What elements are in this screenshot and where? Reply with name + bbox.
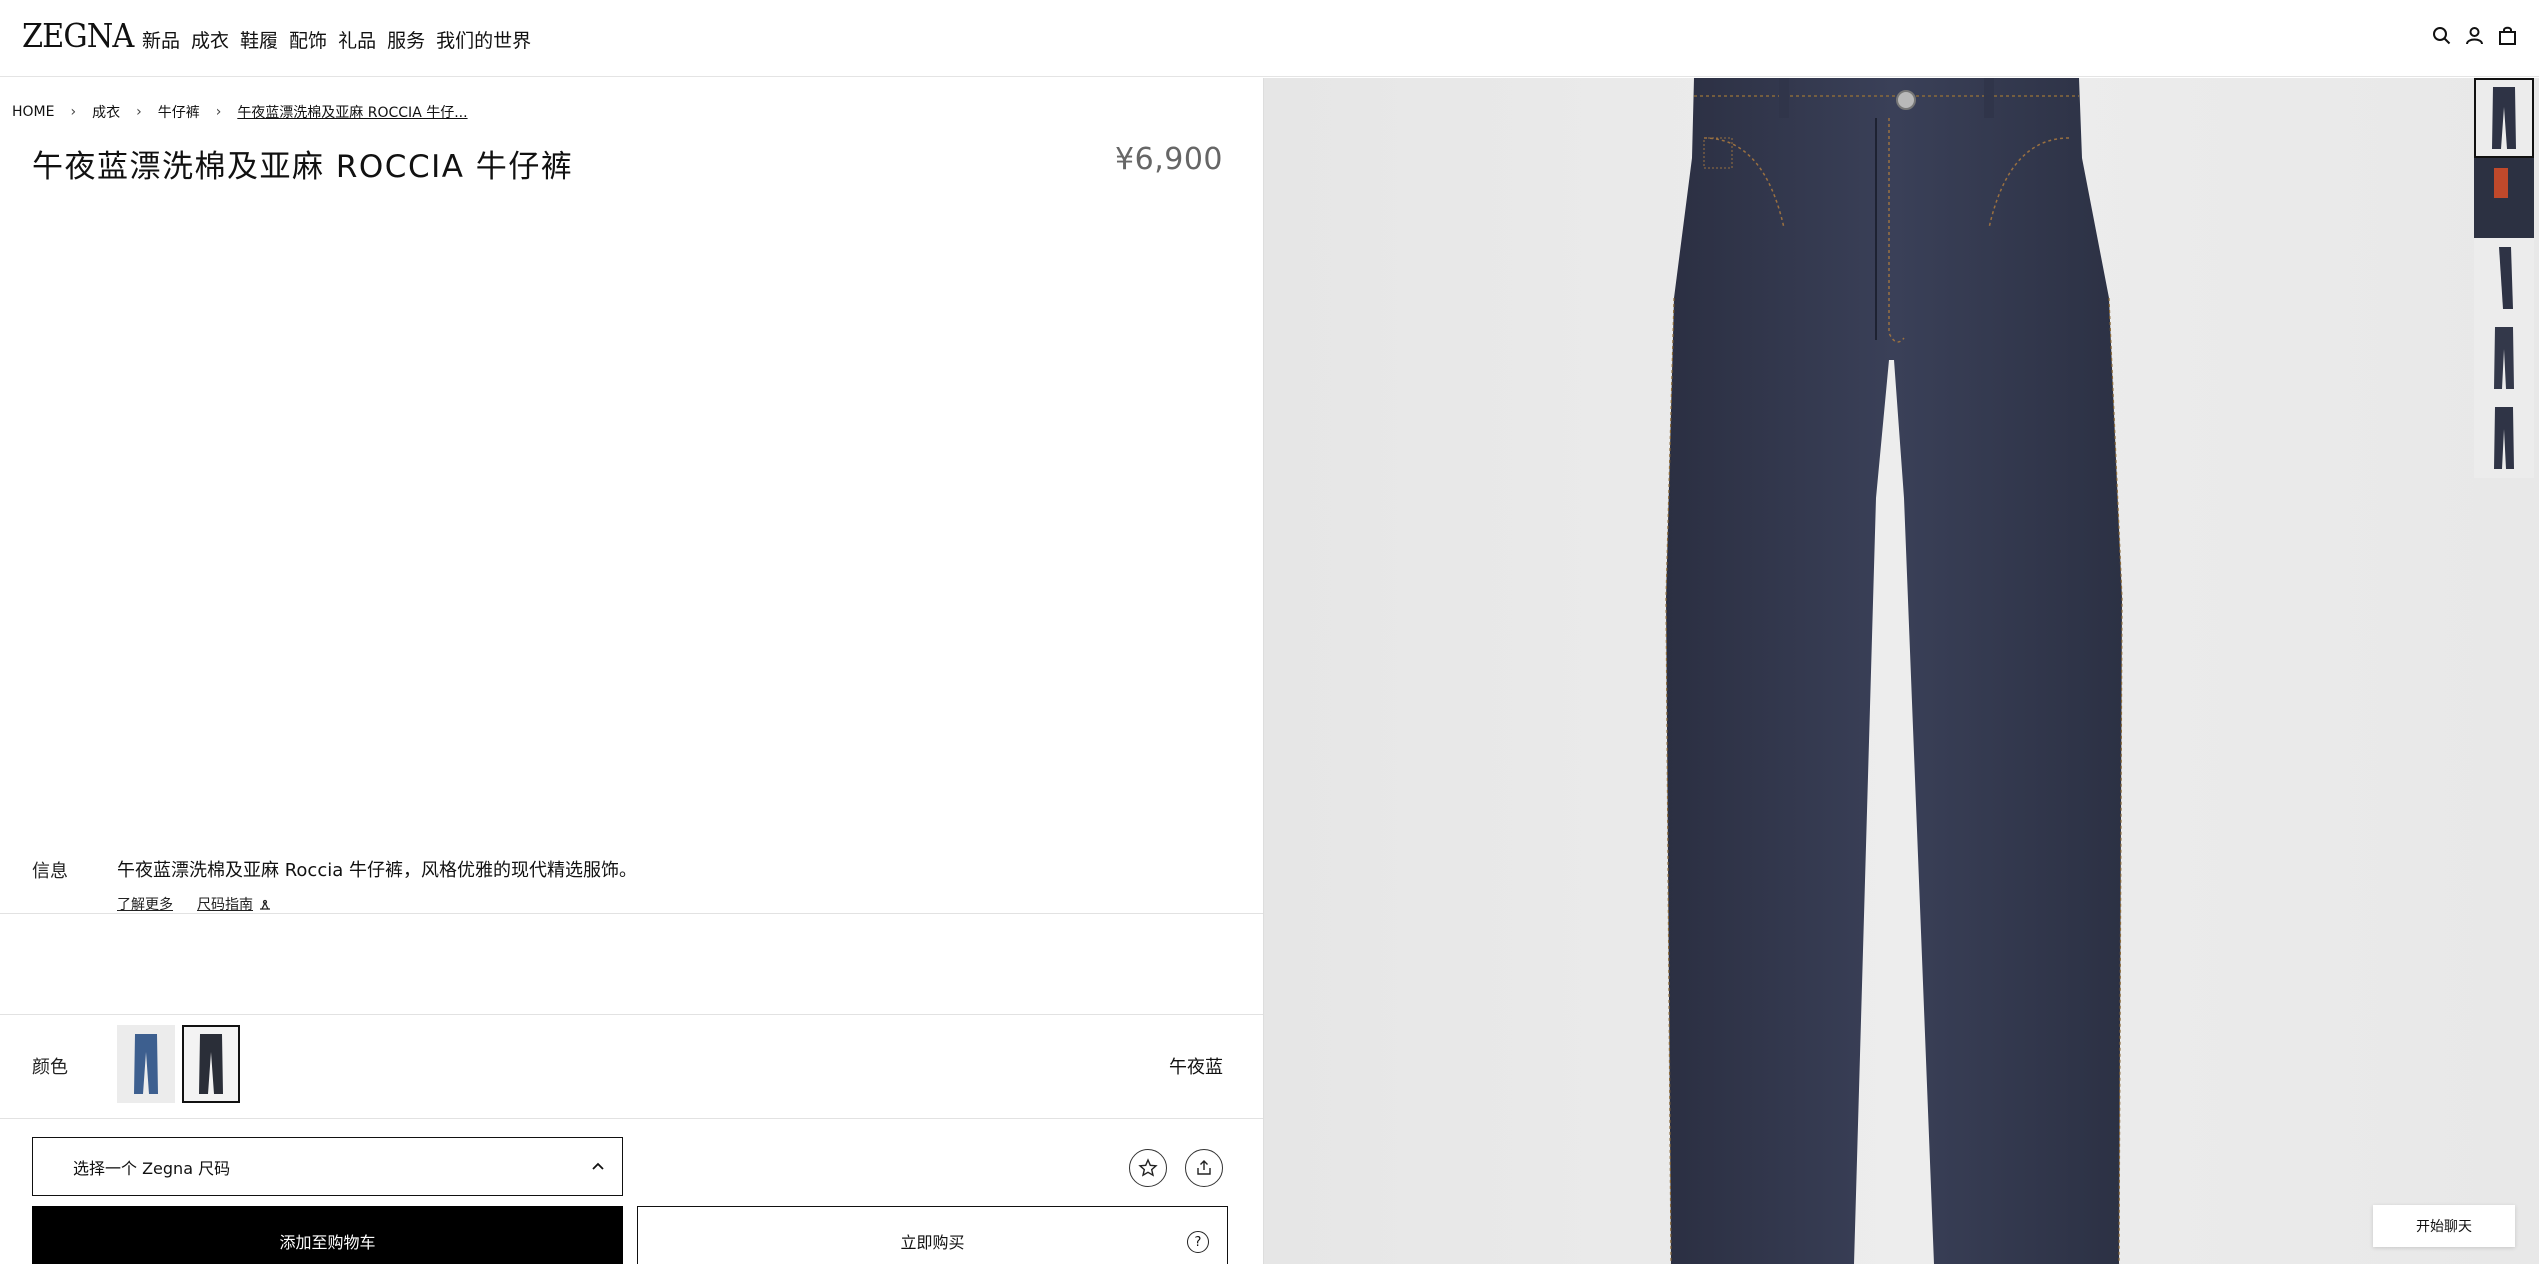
thumbnail-strip [2474, 78, 2539, 478]
product-image-panel [1264, 78, 2539, 1264]
product-title: 午夜蓝漂洗棉及亚麻 ROCCIA 牛仔裤 [32, 149, 574, 185]
search-icon[interactable] [2432, 26, 2451, 45]
jeans-model-back-thumbnail [2494, 407, 2514, 469]
selected-color-name: 午夜蓝 [1169, 1057, 1223, 1078]
thumbnail-2[interactable] [2474, 158, 2534, 238]
divider [0, 1014, 1263, 1015]
add-to-cart-button[interactable]: 添加至购物车 [32, 1206, 623, 1264]
chevron-up-icon [592, 1162, 604, 1170]
account-icon[interactable] [2465, 26, 2484, 45]
nav-item-gifts[interactable]: 礼品 [338, 26, 376, 53]
thumbnail-3[interactable] [2474, 238, 2534, 318]
learn-more-link[interactable]: 了解更多 [117, 894, 173, 914]
breadcrumb-jeans[interactable]: 牛仔裤 [158, 102, 200, 122]
info-description: 午夜蓝漂洗棉及亚麻 Roccia 牛仔裤，风格优雅的现代精选服饰。 [117, 860, 637, 881]
chevron-right-icon: › [136, 104, 142, 120]
start-chat-button[interactable]: 开始聊天 [2373, 1205, 2515, 1247]
chevron-right-icon: › [215, 104, 222, 120]
header-icons [2432, 26, 2517, 45]
color-swatch-midnight[interactable] [182, 1025, 240, 1103]
thumbnail-4[interactable] [2474, 318, 2534, 398]
buy-now-button[interactable]: 立即购买 ? [637, 1206, 1228, 1264]
thumbnail-1[interactable] [2474, 78, 2534, 158]
bag-icon[interactable] [2498, 26, 2517, 45]
help-icon[interactable]: ? [1187, 1231, 1209, 1253]
jeans-model-thumbnail [2494, 327, 2514, 389]
nav-item-accessories[interactable]: 配饰 [289, 26, 327, 53]
nav-item-new[interactable]: 新品 [142, 26, 180, 53]
breadcrumb-ready-to-wear[interactable]: 成衣 [92, 102, 120, 122]
size-select-label: 选择一个 Zegna 尺码 [73, 1158, 231, 1178]
size-select[interactable]: 选择一个 Zegna 尺码 [32, 1137, 623, 1196]
jeans-side-thumbnail [2499, 247, 2513, 309]
info-label: 信息 [32, 861, 68, 882]
size-guide-label: 尺码指南 [197, 897, 253, 913]
jeans-blue-thumbnail [134, 1034, 158, 1094]
product-price: ¥6,900 [1115, 142, 1223, 177]
chevron-right-icon: › [70, 104, 77, 120]
nav-item-shoes[interactable]: 鞋履 [240, 26, 278, 53]
color-swatch-blue[interactable] [117, 1025, 175, 1103]
product-info-panel: HOME › 成衣 › 牛仔裤 › 午夜蓝漂洗棉及亚麻 ROCCIA 牛仔...… [0, 78, 1263, 1264]
breadcrumb-home[interactable]: HOME [12, 104, 54, 120]
zegna-logo[interactable]: ZEGNA [22, 16, 134, 55]
divider [0, 1118, 1263, 1119]
jeans-midnight-thumbnail [199, 1034, 223, 1094]
site-header: ZEGNA 新品 成衣 鞋履 配饰 礼品 服务 我们的世界 [0, 0, 2539, 77]
ruler-icon [260, 899, 270, 910]
color-label: 颜色 [32, 1057, 68, 1078]
buy-now-label: 立即购买 [900, 1233, 965, 1252]
breadcrumb: HOME › 成衣 › 牛仔裤 › 午夜蓝漂洗棉及亚麻 ROCCIA 牛仔... [12, 102, 468, 122]
nav-item-ready-to-wear[interactable]: 成衣 [191, 26, 229, 53]
share-button[interactable] [1185, 1149, 1223, 1187]
thumbnail-5[interactable] [2474, 398, 2534, 478]
jeans-detail-thumbnail [2474, 158, 2534, 238]
wishlist-button[interactable] [1129, 1149, 1167, 1187]
size-guide-link[interactable]: 尺码指南 [197, 894, 271, 914]
share-icon [1197, 1160, 1211, 1175]
nav-item-our-world[interactable]: 我们的世界 [436, 26, 531, 53]
jeans-front-thumbnail [2492, 87, 2516, 149]
product-main-image[interactable] [1264, 78, 2539, 1264]
main-nav: 新品 成衣 鞋履 配饰 礼品 服务 我们的世界 [142, 26, 542, 53]
info-links: 了解更多 尺码指南 [117, 894, 271, 914]
breadcrumb-current[interactable]: 午夜蓝漂洗棉及亚麻 ROCCIA 牛仔... [237, 102, 467, 122]
nav-item-services[interactable]: 服务 [387, 26, 425, 53]
star-icon [1138, 1158, 1158, 1177]
